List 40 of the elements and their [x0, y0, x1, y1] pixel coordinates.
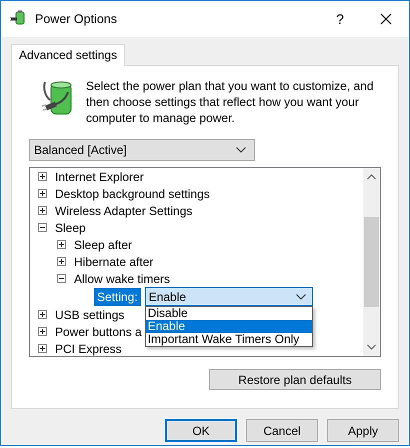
chevron-down-icon [236, 147, 246, 153]
description-text: Select the power plan that you want to customize, and then choose settings that reflect how you want your computer to manage power. [86, 78, 375, 126]
setting-label: Setting: [94, 288, 141, 306]
dialog-button[interactable]: OK [165, 419, 237, 442]
tree-item[interactable]: Desktop background settings [55, 186, 210, 200]
tree-item[interactable]: PCI Express [55, 342, 122, 356]
setting-dropdown[interactable]: Enable [144, 287, 313, 306]
expander-icon[interactable] [57, 240, 66, 249]
window-title: Power Options [35, 12, 118, 26]
tree-item[interactable]: Hibernate after [74, 254, 154, 268]
expander-icon[interactable] [38, 344, 47, 353]
expander-icon[interactable] [38, 206, 47, 215]
scroll-up-icon[interactable] [367, 174, 376, 180]
chevron-down-icon [296, 294, 306, 300]
tree-item[interactable]: Allow wake timers [74, 272, 170, 286]
expander-icon[interactable] [57, 257, 66, 266]
tree-item[interactable]: Internet Explorer [55, 170, 144, 184]
dropdown-option[interactable]: Disable [146, 307, 312, 320]
tab[interactable]: Advanced settings [11, 44, 126, 66]
scroll-down-icon[interactable] [367, 344, 376, 350]
dropdown-option[interactable]: Enable [146, 320, 312, 333]
dialog-button[interactable]: Cancel [246, 419, 318, 442]
restore-defaults-button[interactable]: Restore plan defaults [209, 369, 381, 390]
plan-dropdown[interactable]: Balanced [Active] [29, 139, 255, 161]
dialog-button[interactable]: Apply [327, 419, 399, 442]
tree-item[interactable]: Sleep after [74, 238, 132, 252]
expander-icon[interactable] [38, 310, 47, 319]
expander-icon[interactable] [38, 172, 47, 181]
tree-item[interactable]: Wireless Adapter Settings [55, 204, 192, 218]
expander-icon[interactable] [38, 223, 47, 232]
tree-item[interactable]: Power buttons a [55, 324, 142, 338]
expander-icon[interactable] [57, 274, 66, 283]
dropdown-option[interactable]: Important Wake Timers Only [146, 333, 312, 346]
expander-icon[interactable] [38, 189, 47, 198]
tree-item[interactable]: Sleep [55, 220, 86, 234]
help-button[interactable]: ? [317, 1, 363, 37]
close-icon [380, 13, 392, 25]
expander-icon[interactable] [38, 327, 47, 336]
scrollbar[interactable] [363, 168, 380, 356]
tree-item[interactable]: USB settings [55, 308, 124, 322]
